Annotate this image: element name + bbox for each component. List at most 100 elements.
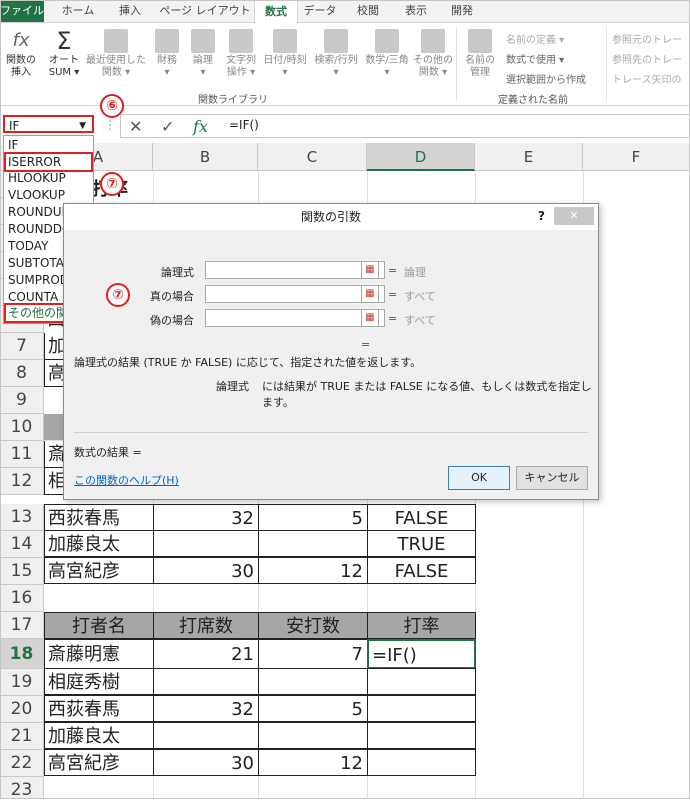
tab-view[interactable]: 表示 <box>394 0 438 22</box>
financial-button[interactable]: 財務 ▾ <box>150 29 184 79</box>
column-header-b[interactable]: B <box>153 143 258 171</box>
table2-cell-b[interactable] <box>153 722 259 749</box>
row-header[interactable]: 22 <box>0 750 44 777</box>
table2-cell-name[interactable]: 加藤良太 <box>44 722 154 749</box>
row-header[interactable]: 12 <box>0 468 44 495</box>
table2-cell-b[interactable]: 30 <box>153 749 259 776</box>
table2-cell-b[interactable]: 21 <box>153 639 259 669</box>
table2-header-b[interactable]: 打席数 <box>153 612 259 639</box>
row-header[interactable]: 18 <box>0 639 44 669</box>
table1-cell-d[interactable]: TRUE <box>367 530 476 557</box>
cell-a11[interactable]: 斎 <box>44 441 64 468</box>
row-header[interactable]: 21 <box>0 723 44 750</box>
tab-file[interactable]: ファイル <box>0 0 44 22</box>
remove-arrows-button[interactable]: トレース矢印の <box>612 71 682 86</box>
row-header[interactable]: 16 <box>0 585 44 612</box>
table1-cell-c[interactable] <box>258 530 368 557</box>
row-header[interactable]: 15 <box>0 558 44 585</box>
cell-a12[interactable]: 相 <box>44 468 64 495</box>
cancel-button[interactable]: キャンセル <box>516 466 588 490</box>
range-select-icon[interactable]: ▦ <box>361 309 379 327</box>
create-from-selection-button[interactable]: 選択範囲から作成 <box>506 71 586 86</box>
dropdown-item-highlighted[interactable]: ISERROR <box>4 152 93 172</box>
tab-home[interactable]: ホーム <box>50 0 106 22</box>
column-header-d[interactable]: D <box>367 143 475 171</box>
tab-review[interactable]: 校閲 <box>346 0 390 22</box>
row-header[interactable]: 11 <box>0 441 44 468</box>
help-link[interactable]: この関数のヘルプ(H) <box>74 472 179 488</box>
table2-cell-c[interactable]: 5 <box>258 695 368 722</box>
arg-input-logical-test[interactable] <box>205 261 385 279</box>
arg-input-value-if-true[interactable] <box>205 285 385 303</box>
math-trig-button[interactable]: 数学/三角 ▾ <box>362 29 412 79</box>
more-options-icon[interactable]: ⋮ <box>104 118 116 132</box>
row-header[interactable]: 8 <box>0 360 44 387</box>
tab-developer[interactable]: 開発 <box>440 0 484 22</box>
table1-cell-b[interactable]: 30 <box>153 557 259 584</box>
enter-icon[interactable]: ✓ <box>161 117 174 136</box>
table1-cell-c[interactable]: 12 <box>258 557 368 584</box>
text-button[interactable]: 文字列 操作 ▾ <box>222 29 260 79</box>
dropdown-item[interactable]: ROUNDUP <box>8 204 69 220</box>
name-manager-button[interactable]: 名前の 管理 <box>460 29 500 79</box>
row-header[interactable]: 10 <box>0 414 44 441</box>
active-cell-d18[interactable]: =IF() <box>367 639 476 669</box>
table2-cell-name[interactable]: 西荻春馬 <box>44 695 154 722</box>
table2-header-d[interactable]: 打率 <box>367 612 476 639</box>
cell-a10-header[interactable] <box>44 414 64 441</box>
table2-cell-d[interactable] <box>367 668 476 695</box>
row-header[interactable]: 9 <box>0 387 44 414</box>
table2-cell-c[interactable]: 12 <box>258 749 368 776</box>
row-header[interactable]: 19 <box>0 669 44 696</box>
formula-input[interactable]: =IF() <box>229 118 259 132</box>
use-in-formula-button[interactable]: 数式で使用 ▾ <box>506 51 564 66</box>
dropdown-item[interactable]: VLOOKUP <box>8 187 65 203</box>
range-select-icon[interactable]: ▦ <box>361 261 379 279</box>
fx-icon[interactable]: fx <box>193 117 208 136</box>
insert-function-button[interactable]: fx 関数の 挿入 <box>2 29 40 79</box>
range-select-icon[interactable]: ▦ <box>361 285 379 303</box>
column-header-f[interactable]: F <box>583 143 690 171</box>
close-icon[interactable]: ✕ <box>554 207 594 225</box>
row-header[interactable]: 14 <box>0 531 44 558</box>
trace-dependents-button[interactable]: 参照先のトレー <box>612 51 682 66</box>
row-header[interactable]: 13 <box>0 504 44 531</box>
cell-a8[interactable]: 高 <box>44 360 64 387</box>
table2-cell-c[interactable] <box>258 722 368 749</box>
table2-cell-name[interactable]: 斎藤明憲 <box>44 639 154 669</box>
table2-cell-c[interactable]: 7 <box>258 639 368 669</box>
row-header[interactable]: 20 <box>0 696 44 723</box>
row-header[interactable]: 23 <box>0 777 44 800</box>
table2-cell-c[interactable] <box>258 668 368 695</box>
cell-a7[interactable]: 加 <box>44 333 64 360</box>
table2-cell-d[interactable] <box>367 722 476 749</box>
table1-cell-d[interactable]: FALSE <box>367 504 476 531</box>
autosum-button[interactable]: Σ オート SUM ▾ <box>44 29 84 79</box>
trace-precedents-button[interactable]: 参照元のトレー <box>612 31 682 46</box>
column-header-c[interactable]: C <box>258 143 367 171</box>
dropdown-item[interactable]: HLOOKUP <box>8 170 66 186</box>
dropdown-item[interactable]: TODAY <box>8 238 48 254</box>
column-header-e[interactable]: E <box>475 143 583 171</box>
tab-formulas[interactable]: 数式 <box>254 0 298 24</box>
table2-cell-b[interactable] <box>153 668 259 695</box>
table2-header-c[interactable]: 安打数 <box>258 612 368 639</box>
table1-cell-b[interactable]: 32 <box>153 504 259 531</box>
table1-cell-name[interactable]: 西荻春馬 <box>44 504 154 531</box>
table2-cell-b[interactable]: 32 <box>153 695 259 722</box>
tab-insert[interactable]: 挿入 <box>108 0 152 22</box>
recently-used-button[interactable]: 最近使用した 関数 ▾ <box>84 29 148 79</box>
table1-cell-c[interactable]: 5 <box>258 504 368 531</box>
table1-cell-name[interactable]: 加藤良太 <box>44 530 154 557</box>
dropdown-item[interactable]: SUBTOTAL <box>8 255 71 271</box>
define-name-button[interactable]: 名前の定義 ▾ <box>506 31 564 46</box>
cancel-icon[interactable]: ✕ <box>129 117 142 136</box>
help-icon[interactable]: ? <box>538 209 545 223</box>
tab-page-layout[interactable]: ページ レイアウト <box>155 0 255 22</box>
table1-cell-b[interactable] <box>153 530 259 557</box>
date-time-button[interactable]: 日付/時刻 ▾ <box>260 29 310 79</box>
tab-data[interactable]: データ <box>298 0 342 22</box>
logical-button[interactable]: 論理 ▾ <box>186 29 220 79</box>
row-header[interactable]: 17 <box>0 612 44 639</box>
ok-button[interactable]: OK <box>448 466 510 490</box>
